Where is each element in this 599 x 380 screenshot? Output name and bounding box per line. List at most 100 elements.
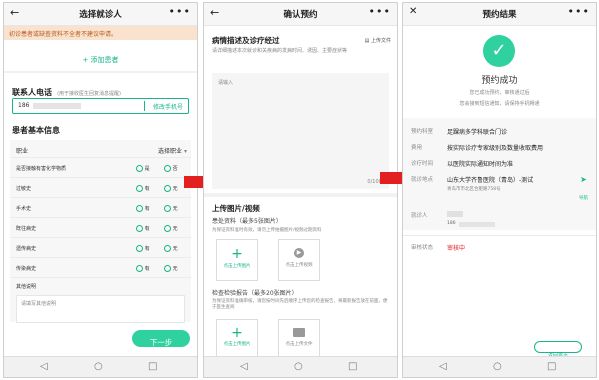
- location-address: 青岛市市北区合肥路758号: [447, 187, 501, 192]
- history-row-hereditary: 遗传病史 有 无: [16, 245, 187, 253]
- nav-home-icon[interactable]: ○: [294, 361, 303, 372]
- upload-image-label: 点击上传图片: [223, 264, 251, 269]
- radio-circle-icon: [136, 205, 143, 212]
- upload-image-tile-2[interactable]: + 点击上传图片: [216, 319, 258, 359]
- folder-icon: [293, 328, 305, 337]
- radio-circle-icon: [164, 225, 171, 232]
- upload-video-tile[interactable]: ▶ 点击上传视频: [278, 239, 320, 281]
- navigation-button[interactable]: ➤ 导航: [579, 175, 588, 203]
- other-placeholder: 请填写其他说明: [21, 301, 57, 307]
- screen-appointment-result: ✕ 预约结果 ••• ✓ 预约成功 您已成功预约，审核通过后 您会接到短信通知，…: [402, 2, 597, 378]
- radio-yes[interactable]: 有: [136, 245, 150, 252]
- radio-yes[interactable]: 有: [136, 185, 150, 192]
- radio-yes-label: 有: [144, 246, 150, 252]
- status-label: 审核状态: [411, 245, 434, 251]
- contact-heading: 联系人电话 (用于接收医生回复消息提醒): [12, 80, 121, 99]
- radio-no[interactable]: 无: [164, 225, 178, 232]
- radio-no-label: 无: [172, 226, 178, 232]
- more-icon[interactable]: •••: [369, 5, 391, 18]
- more-icon[interactable]: •••: [568, 5, 590, 18]
- status-row: 审核状态 审核中: [411, 243, 590, 253]
- patient-info-label: 患处资料（最多5张图片）: [212, 218, 282, 225]
- phone-field[interactable]: 186 修改手机号: [12, 98, 189, 114]
- upload-video-label: 点击上传视频: [285, 263, 313, 268]
- radio-no-label: 否: [172, 166, 178, 172]
- info-value: 按实际诊疗专家级别及数量收取费用: [447, 145, 544, 152]
- info-label: 就诊人: [411, 213, 428, 219]
- radio-no[interactable]: 否: [164, 165, 178, 172]
- other-textarea[interactable]: 请填写其他说明: [16, 295, 185, 323]
- warning-banner: 初诊患者或缺查资料不全者不建议申请。: [4, 26, 197, 40]
- info-row-fee: 费用 按实际诊疗专家级别及数量收取费用: [411, 143, 590, 153]
- home-button[interactable]: 返回首页: [534, 341, 582, 359]
- nav-home-icon[interactable]: ○: [94, 361, 103, 372]
- upload-image-tile[interactable]: + 点击上传图片: [216, 239, 258, 281]
- chevron-down-icon: ▾: [183, 148, 187, 155]
- success-check-icon: ✓: [483, 35, 515, 67]
- next-button[interactable]: 下一步: [132, 330, 190, 347]
- screen-confirm-appointment: ← 确认预约 ••• 病情描述及诊疗经过 ▤ 上传文件 请详细描述本次就诊和关疾…: [203, 2, 398, 378]
- radio-no[interactable]: 无: [164, 245, 178, 252]
- success-message-2: 您会接到短信通知，请保持手机畅通: [459, 101, 540, 107]
- history-row-allergy: 过敏史 有 无: [16, 185, 187, 193]
- occupation-label: 职业: [16, 148, 29, 155]
- radio-yes-label: 有: [144, 206, 150, 212]
- history-row-label: 传染病史: [16, 266, 37, 272]
- screen-select-patient: ← 选择就诊人 ••• 初诊患者或缺查资料不全者不建议申请。 + 添加患者 联系…: [3, 2, 198, 378]
- info-row-department: 预约科室 足踝病多学科联合门诊: [411, 127, 590, 137]
- info-value: 以医院实际通知时间为准: [447, 161, 514, 168]
- plus-icon: +: [231, 325, 243, 341]
- upload-file-link[interactable]: ▤ 上传文件: [365, 37, 391, 44]
- radio-yes[interactable]: 有: [136, 265, 150, 272]
- radio-yes[interactable]: 有: [136, 225, 150, 232]
- history-row-label: 是否接触有害化学物质: [16, 166, 67, 172]
- nav-recent-icon[interactable]: □: [348, 361, 357, 372]
- nav-back-icon[interactable]: ◁: [439, 361, 447, 372]
- history-row-label: 手术史: [16, 206, 32, 212]
- nav-home-icon[interactable]: ○: [493, 361, 502, 372]
- plus-icon: +: [231, 246, 243, 262]
- upload-file-text: 上传文件: [370, 38, 391, 44]
- upload-image-label-2: 点击上传图片: [223, 342, 251, 347]
- radio-yes-label: 是: [144, 166, 150, 172]
- radio-no[interactable]: 无: [164, 185, 178, 192]
- navigation-icon: ➤: [580, 175, 587, 184]
- patient-info-hint: 为保证资料准时有效，请勿上传拍摄图片/视频过期资料: [212, 228, 322, 233]
- warning-text: 初诊患者或缺查资料不全者不建议申请。: [9, 31, 118, 38]
- patient-phone: 186: [447, 221, 456, 226]
- radio-no[interactable]: 无: [164, 265, 178, 272]
- upload-file-tile[interactable]: 点击上传文件: [278, 319, 320, 359]
- occupation-select-text: 选择职业: [158, 148, 183, 155]
- history-row-label: 既往病史: [16, 226, 37, 232]
- success-title: 预约成功: [481, 76, 518, 86]
- nav-back-icon[interactable]: ◁: [240, 361, 248, 372]
- upload-file-label: 点击上传文件: [285, 342, 313, 347]
- info-row-patient: 就诊人 186: [411, 211, 590, 229]
- success-message-1: 您已成功预约，审核通过后: [469, 90, 530, 96]
- change-phone-button[interactable]: 修改手机号: [153, 102, 183, 111]
- radio-no[interactable]: 无: [164, 205, 178, 212]
- other-label: 其他说明: [16, 284, 37, 290]
- radio-yes[interactable]: 是: [136, 165, 150, 172]
- history-row-surgery: 手术史 有 无: [16, 205, 187, 213]
- nav-back-icon[interactable]: ◁: [40, 361, 48, 372]
- description-textarea[interactable]: 请输入 0/1000: [212, 73, 389, 189]
- info-value: 足踝病多学科联合门诊: [447, 129, 508, 136]
- next-button-label: 下一步: [149, 338, 173, 347]
- more-icon[interactable]: •••: [169, 5, 191, 18]
- status-badge: 审核中: [447, 245, 466, 252]
- radio-circle-icon: [164, 185, 171, 192]
- radio-circle-icon: [164, 205, 171, 212]
- radio-yes-label: 有: [144, 266, 150, 272]
- radio-yes[interactable]: 有: [136, 205, 150, 212]
- radio-no-label: 无: [172, 266, 178, 272]
- info-label: 就诊地点: [411, 177, 434, 183]
- play-icon: ▶: [294, 248, 304, 258]
- nav-recent-icon[interactable]: □: [547, 361, 556, 372]
- contact-note: (用于接收医生回复消息提醒): [57, 91, 121, 97]
- add-patient-button[interactable]: + 添加患者: [4, 55, 197, 65]
- info-row-time: 诊疗时间 以医院实际通知时间为准: [411, 159, 590, 169]
- basic-info-heading: 患者基本信息: [12, 126, 60, 135]
- occupation-select[interactable]: 选择职业 ▾: [158, 146, 187, 155]
- nav-recent-icon[interactable]: □: [148, 361, 157, 372]
